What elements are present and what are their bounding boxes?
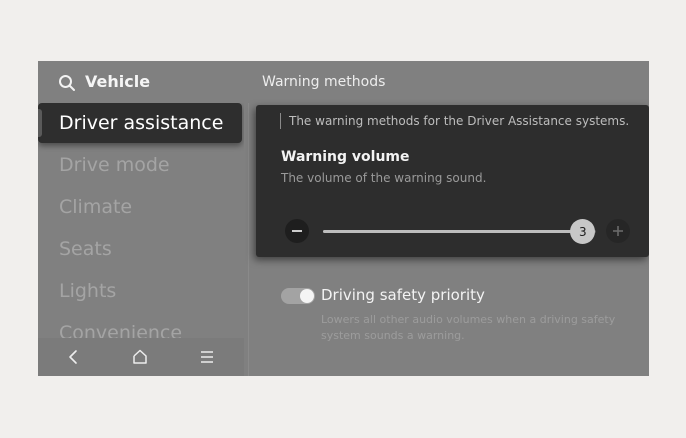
sidebar-item-label: Seats [59, 238, 112, 260]
home-icon[interactable] [129, 346, 151, 368]
sidebar-item-climate[interactable]: Climate [38, 187, 242, 227]
sidebar-item-label: Lights [59, 280, 117, 302]
volume-slider-thumb[interactable]: 3 [570, 219, 596, 244]
warning-volume-title: Warning volume [281, 149, 410, 165]
sidebar-item-label: Climate [59, 196, 133, 218]
menu-icon[interactable] [196, 346, 218, 368]
bottom-nav [38, 338, 244, 376]
section-title: Warning methods [262, 74, 386, 90]
sidebar-item-seats[interactable]: Seats [38, 229, 242, 269]
driving-safety-priority-label: Driving safety priority [321, 286, 485, 304]
sidebar-item-drive-mode[interactable]: Drive mode [38, 145, 242, 185]
driving-safety-priority-description: Lowers all other audio volumes when a dr… [321, 313, 616, 342]
minus-icon [292, 230, 302, 232]
plus-icon [613, 226, 623, 236]
volume-slider[interactable]: 3 [323, 219, 596, 244]
volume-increase-button[interactable] [606, 219, 630, 243]
sidebar-item-driver-assistance[interactable]: Driver assistance [38, 103, 242, 143]
toggle-knob [300, 289, 314, 303]
panel-description: The warning methods for the Driver Assis… [280, 113, 629, 129]
driving-safety-priority-toggle[interactable] [281, 288, 315, 304]
search-icon[interactable] [58, 74, 76, 92]
sidebar-item-label: Driver assistance [59, 112, 224, 134]
sidebar-divider [248, 103, 249, 376]
page-title: Vehicle [85, 72, 151, 91]
warning-volume-subtitle: The volume of the warning sound. [281, 171, 487, 185]
sidebar-item-label: Drive mode [59, 154, 170, 176]
warning-volume-panel: The warning methods for the Driver Assis… [256, 105, 649, 257]
volume-decrease-button[interactable] [285, 219, 309, 243]
back-icon[interactable] [62, 346, 84, 368]
sidebar-item-lights[interactable]: Lights [38, 271, 242, 311]
sidebar: Driver assistance Drive mode Climate Sea… [38, 103, 244, 376]
settings-screen: Vehicle Warning methods Driver assistanc… [38, 61, 649, 376]
header: Vehicle [38, 61, 243, 103]
volume-slider-fill [323, 230, 583, 233]
